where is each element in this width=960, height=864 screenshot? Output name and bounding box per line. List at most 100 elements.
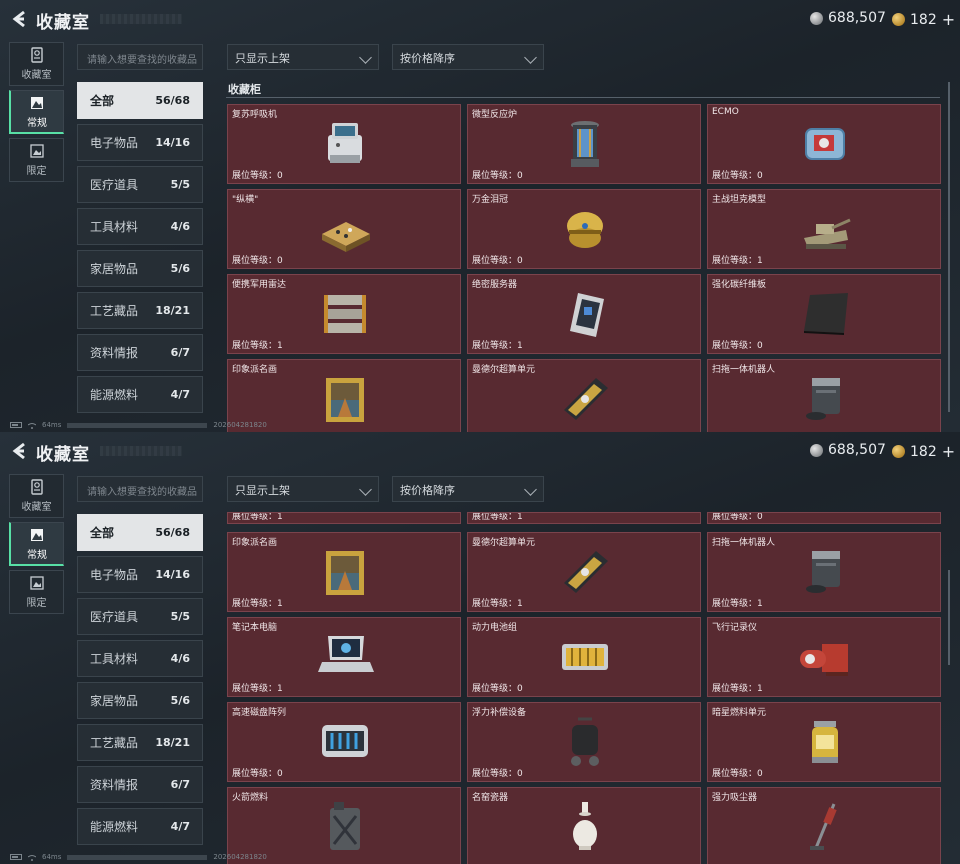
category-item[interactable]: 医疗道具 5/5	[77, 598, 203, 635]
server-icon	[556, 285, 614, 343]
server-icon-art	[570, 293, 604, 337]
collection-card[interactable]: 强化碳纤维板 展位等级：0	[707, 274, 941, 354]
tab-label: 常规	[27, 549, 47, 561]
category-item[interactable]: 资料情报 6/7	[77, 334, 203, 371]
category-item[interactable]: 资料情报 6/7	[77, 766, 203, 803]
title-decoration	[100, 14, 182, 24]
category-count: 5/5	[170, 178, 190, 191]
collection-card-partial[interactable]: 展位等级：1	[467, 512, 701, 524]
collection-card[interactable]: 高速磁盘阵列 展位等级：0	[227, 702, 461, 782]
category-label: 工艺藏品	[90, 304, 139, 318]
collection-card[interactable]: 主战坦克模型 展位等级：1	[707, 189, 941, 269]
scrollbar[interactable]	[948, 82, 950, 412]
tab-limited[interactable]: 限定	[9, 570, 64, 614]
add-currency-icon[interactable]: +	[942, 10, 955, 29]
category-label: 家居物品	[90, 694, 139, 708]
booth-level: 展位等级：1	[472, 341, 523, 351]
tab-label: 限定	[26, 166, 47, 177]
collection-card[interactable]: 名窑瓷器	[467, 787, 701, 864]
collection-card-partial[interactable]: 展位等级：0	[707, 512, 941, 524]
category-item[interactable]: 工艺藏品 18/21	[77, 292, 203, 329]
collection-card[interactable]: 强力吸尘器	[707, 787, 941, 864]
picture-icon	[31, 96, 43, 109]
category-item[interactable]: 医疗道具 5/5	[77, 166, 203, 203]
category-item[interactable]: 工具材料 4/6	[77, 208, 203, 245]
collection-card[interactable]: 便携军用雷达 展位等级：1	[227, 274, 461, 354]
radar-icon	[316, 285, 374, 343]
category-item[interactable]: 家居物品 5/6	[77, 682, 203, 719]
collection-card[interactable]: 印象派名画 展位等级：1	[227, 532, 461, 612]
disk-array-icon	[316, 713, 374, 771]
category-count: 18/21	[155, 304, 190, 317]
ping-text: 64ms	[42, 853, 62, 861]
carbon-plate-icon-art	[804, 293, 848, 335]
collection-card[interactable]: ECMO 展位等级：0	[707, 104, 941, 184]
collection-card[interactable]: 曼德尔超算单元 展位等级：1	[467, 532, 701, 612]
booth-level: 展位等级：1	[232, 512, 283, 522]
session-id: 202604281820	[213, 853, 267, 861]
category-item[interactable]: 家居物品 5/6	[77, 250, 203, 287]
collection-card[interactable]: 扫拖一体机器人	[707, 359, 941, 432]
item-name: 微型反应炉	[472, 110, 518, 120]
collection-card-partial[interactable]: 展位等级：1	[227, 512, 461, 524]
category-item[interactable]: 工艺藏品 18/21	[77, 724, 203, 761]
collection-card[interactable]: 曼德尔超算单元	[467, 359, 701, 432]
booth-level: 展位等级：1	[712, 599, 763, 609]
category-item[interactable]: 工具材料 4/6	[77, 640, 203, 677]
add-currency-icon[interactable]: +	[942, 442, 955, 461]
collection-card[interactable]: 绝密服务器展位等级：1	[467, 274, 701, 354]
category-label: 能源燃料	[90, 820, 139, 834]
collection-card[interactable]: 万金泪冠 展位等级：0	[467, 189, 701, 269]
collection-card[interactable]: 飞行记录仪 展位等级：1	[707, 617, 941, 697]
collection-card[interactable]: 浮力补偿设备 展位等级：0	[467, 702, 701, 782]
trophy-icon	[30, 47, 43, 63]
category-count: 5/6	[170, 262, 190, 275]
category-label: 资料情报	[90, 778, 139, 792]
collection-grid: 复苏呼吸机 展位等级：0 微型反应炉 展位等级：0 ECMO 展位等级：0 "纵横" 展位等级…	[227, 0, 941, 432]
category-item[interactable]: 能源燃料 4/7	[77, 376, 203, 413]
tab-regular[interactable]: 常规	[9, 522, 64, 566]
back-arrow-icon	[12, 10, 25, 28]
scrollbar[interactable]	[948, 570, 950, 665]
collection-card[interactable]: "纵横" 展位等级：0	[227, 189, 461, 269]
collection-card[interactable]: 复苏呼吸机 展位等级：0	[227, 104, 461, 184]
tab-collection-room[interactable]: 收藏室	[9, 474, 64, 518]
gpu-icon	[556, 543, 614, 601]
picture-alt-icon	[29, 576, 44, 590]
booth-level: 展位等级：1	[232, 684, 283, 694]
collection-card[interactable]: 扫拖一体机器人 展位等级：1	[707, 532, 941, 612]
item-name: 曼德尔超算单元	[472, 538, 536, 548]
collection-card[interactable]: 暗星燃料单元 展位等级：0	[707, 702, 941, 782]
back-button[interactable]	[10, 441, 28, 461]
tab-limited[interactable]: 限定	[9, 138, 64, 182]
category-item[interactable]: 能源燃料 4/7	[77, 808, 203, 845]
category-label: 能源燃料	[90, 388, 139, 402]
robot-vacuum-icon-art	[806, 551, 840, 593]
tab-collection-room[interactable]: 收藏室	[9, 42, 64, 86]
collection-card[interactable]: 微型反应炉 展位等级：0	[467, 104, 701, 184]
item-name: 绝密服务器	[472, 280, 518, 290]
disk-array-icon-art	[322, 725, 368, 757]
category-count: 4/7	[170, 820, 190, 833]
vacuum-cleaner-icon	[796, 798, 854, 856]
category-list: 全部 56/68 电子物品 14/16 医疗道具 5/5 工具材料 4/6 家居物品 5/6 工艺藏…	[77, 514, 203, 850]
category-item[interactable]: 全部 56/68	[77, 82, 203, 119]
chessboard-icon-art	[322, 222, 370, 252]
jerrycan-icon	[316, 798, 374, 856]
category-list: 全部 56/68 电子物品 14/16 医疗道具 5/5 工具材料 4/6 家居物品 5/6 工艺藏…	[77, 82, 203, 418]
search-input[interactable]: 请输入想要查找的收藏品	[77, 44, 203, 70]
crown-egg-icon-art	[567, 212, 603, 248]
category-label: 全部	[90, 526, 115, 540]
category-item[interactable]: 电子物品 14/16	[77, 124, 203, 161]
category-item[interactable]: 电子物品 14/16	[77, 556, 203, 593]
category-item[interactable]: 全部 56/68	[77, 514, 203, 551]
collection-card[interactable]: 笔记本电脑 展位等级：1	[227, 617, 461, 697]
collection-card[interactable]: 动力电池组 展位等级：0	[467, 617, 701, 697]
category-count: 5/5	[170, 610, 190, 623]
back-button[interactable]	[10, 9, 28, 29]
tab-regular[interactable]: 常规	[9, 90, 64, 134]
item-name: 暗星燃料单元	[712, 708, 767, 718]
search-input[interactable]: 请输入想要查找的收藏品	[77, 476, 203, 502]
battery-pack-icon-art	[562, 644, 608, 670]
session-id: 202604281820	[213, 421, 267, 429]
